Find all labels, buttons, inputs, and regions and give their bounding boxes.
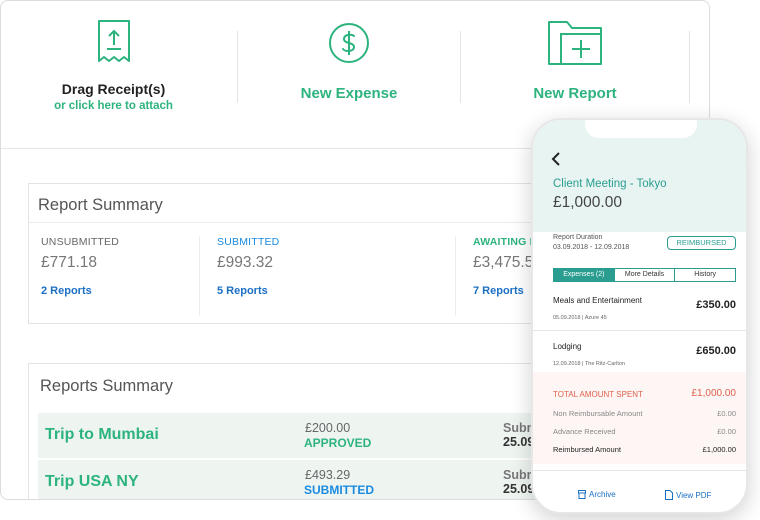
phone-notch — [585, 120, 697, 138]
report-title: Client Meeting - Tokyo — [553, 178, 667, 190]
unsubmitted-reports-link[interactable]: 2 Reports — [41, 285, 211, 297]
report-amount: £493.29 — [305, 468, 351, 482]
duration-label: Report Duration — [553, 234, 603, 241]
tab-expenses[interactable]: Expenses (2) — [554, 269, 615, 281]
amount-summary: TOTAL AMOUNT SPENT £1,000.00 Non Reimbur… — [533, 372, 746, 464]
duration-value: 03.09.2018 - 12.09.2018 — [553, 244, 630, 251]
dollar-circle-icon — [328, 22, 370, 69]
archive-label: Archive — [589, 490, 616, 499]
summary-amount: £993.32 — [217, 254, 274, 271]
expense-merchant: Azure 45 — [584, 315, 607, 321]
phone-mockup: Client Meeting - Tokyo £1,000.00 Report … — [531, 118, 748, 514]
divider — [533, 470, 746, 471]
report-total: £1,000.00 — [553, 194, 622, 211]
expense-amount: £650.00 — [696, 345, 736, 357]
status-badge: SUBMITTED — [304, 483, 374, 497]
total-value: £1,000.00 — [691, 388, 737, 399]
advance-label: Advance Received — [553, 427, 616, 436]
total-label: TOTAL AMOUNT SPENT — [553, 390, 643, 399]
expense-title: Lodging — [553, 342, 582, 351]
divider — [199, 236, 200, 316]
expense-meta: 05.09.2018 | Azure 45 — [553, 315, 607, 321]
divider — [455, 236, 456, 316]
expense-meta: 12.09.2018 | The Ritz-Carlton — [553, 361, 625, 367]
report-amount: £200.00 — [305, 421, 351, 435]
reimbursed-label: Reimbursed Amount — [553, 445, 621, 454]
report-summary-title: Report Summary — [38, 196, 163, 214]
detail-tabs: Expenses (2) More Details History — [553, 268, 736, 282]
status-badge: REIMBURSED — [667, 236, 736, 250]
expense-amount: £350.00 — [696, 299, 736, 311]
expense-title: Meals and Entertainment — [553, 296, 642, 305]
new-report-label: New Report — [533, 85, 617, 102]
divider — [533, 330, 746, 331]
non-reimbursable-label: Non Reimbursable Amount — [553, 409, 643, 418]
summary-submitted: SUBMITTED £993.32 5 Reports — [217, 236, 387, 297]
back-arrow-icon[interactable] — [551, 150, 561, 171]
summary-label: UNSUBMITTED — [41, 236, 120, 248]
reimbursed-value: £1,000.00 — [702, 445, 736, 454]
expense-merchant: The Ritz-Carlton — [584, 361, 625, 367]
expense-date: 05.09.2018 — [553, 315, 581, 321]
expense-date: 12.09.2018 — [553, 361, 581, 367]
upload-receipt-icon — [96, 19, 132, 68]
summary-amount: £771.18 — [41, 254, 98, 271]
summary-unsubmitted: UNSUBMITTED £771.18 2 Reports — [41, 236, 211, 297]
non-reimbursable-value: £0.00 — [717, 409, 736, 418]
drag-receipt-title: Drag Receipt(s) — [61, 81, 166, 97]
new-expense-label: New Expense — [300, 85, 398, 102]
submitted-reports-link[interactable]: 5 Reports — [217, 285, 387, 297]
action-divider — [689, 31, 690, 103]
attach-link[interactable]: or click here to attach — [1, 100, 226, 112]
archive-icon — [578, 490, 586, 499]
report-name[interactable]: Trip USA NY — [45, 473, 139, 491]
tab-more-details[interactable]: More Details — [615, 269, 676, 281]
pdf-file-icon — [665, 490, 673, 500]
phone-footer: Archive View PDF — [533, 486, 746, 510]
drag-receipt-dropzone[interactable]: Drag Receipt(s) or click here to attach — [1, 1, 226, 149]
status-badge: APPROVED — [304, 436, 372, 450]
view-pdf-label: View PDF — [676, 490, 712, 500]
new-expense-button[interactable]: New Expense — [237, 1, 461, 149]
view-pdf-button[interactable]: View PDF — [665, 490, 711, 500]
folder-plus-icon — [547, 20, 603, 71]
tab-history[interactable]: History — [675, 269, 735, 281]
report-name[interactable]: Trip to Mumbai — [45, 426, 159, 444]
reports-summary-title: Reports Summary — [40, 377, 173, 395]
advance-value: £0.00 — [717, 427, 736, 436]
archive-button[interactable]: Archive — [578, 490, 616, 499]
summary-label: SUBMITTED — [217, 236, 280, 248]
